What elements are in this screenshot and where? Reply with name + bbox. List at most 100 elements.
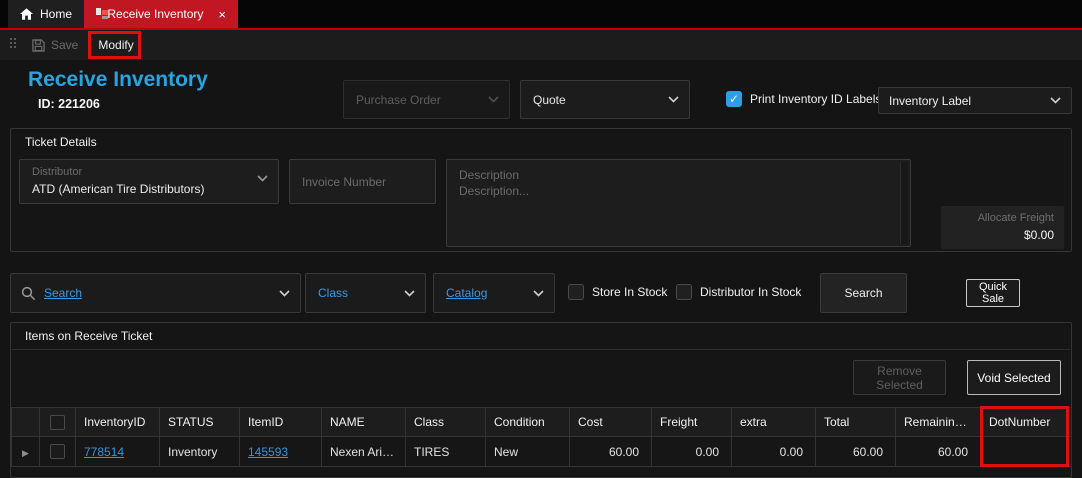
chevron-down-icon: [279, 289, 290, 297]
inventoryid-link[interactable]: 778514: [84, 445, 124, 459]
cell-class: TIRES: [405, 436, 486, 467]
tab-receive-inventory-label: Receive Inventory: [107, 7, 204, 21]
receive-inventory-icon: [96, 8, 108, 20]
quick-sale-button[interactable]: Quick Sale: [966, 279, 1020, 307]
ticket-details-title: Ticket Details: [25, 135, 97, 149]
tab-receive-inventory[interactable]: Receive Inventory ×: [84, 0, 238, 28]
items-section-title: Items on Receive Ticket: [25, 329, 153, 343]
grip-icon[interactable]: [10, 38, 22, 52]
column-header-freight[interactable]: Freight: [651, 407, 732, 437]
distributor-value: ATD (American Tire Distributors): [32, 182, 205, 196]
items-on-receive-ticket-section: Items on Receive Ticket Remove Selected …: [10, 322, 1072, 478]
page-title: Receive Inventory: [28, 68, 208, 91]
modify-button-label: Modify: [98, 38, 134, 52]
tab-home[interactable]: Home: [8, 0, 84, 28]
cell-inventoryid: 778514: [75, 436, 160, 467]
distributor-label: Distributor: [32, 166, 83, 178]
checkbox-unchecked-icon[interactable]: [568, 284, 584, 300]
inventory-label-value: Inventory Label: [889, 93, 972, 108]
column-header-status[interactable]: STATUS: [159, 407, 240, 437]
toolbar: Save Modify: [0, 30, 1082, 60]
column-header-itemid[interactable]: ItemID: [239, 407, 322, 437]
ticket-id: ID: 221206: [38, 97, 100, 111]
class-placeholder: Class: [318, 286, 349, 300]
class-dropdown[interactable]: Class: [305, 273, 426, 313]
purchase-order-dropdown[interactable]: Purchase Order: [343, 80, 510, 119]
select-all-checkbox-cell[interactable]: [39, 407, 76, 437]
cell-dotnumber[interactable]: [980, 436, 1072, 467]
distributor-in-stock-label: Distributor In Stock: [700, 285, 802, 299]
distributor-dropdown[interactable]: Distributor ATD (American Tire Distribut…: [19, 159, 279, 204]
cell-remainingb: 60.00: [895, 436, 981, 467]
row-checkbox-cell[interactable]: [39, 436, 76, 467]
checkbox-unchecked-icon[interactable]: [50, 444, 65, 460]
column-header-inventoryid[interactable]: InventoryID: [75, 407, 160, 437]
items-table: InventoryID STATUS ItemID NAME Class Con…: [11, 407, 1072, 467]
cell-extra: 0.00: [731, 436, 816, 467]
column-header-name[interactable]: NAME: [321, 407, 406, 437]
column-header-dotnumber[interactable]: DotNumber: [980, 407, 1072, 437]
chevron-down-icon: [404, 289, 415, 297]
row-expander-cell[interactable]: ▶: [11, 436, 40, 467]
search-icon: [21, 286, 36, 301]
store-in-stock-label: Store In Stock: [592, 285, 668, 299]
cell-itemid: 145593: [239, 436, 322, 467]
catalog-dropdown[interactable]: Catalog: [433, 273, 555, 313]
expand-row-icon[interactable]: ▶: [22, 448, 29, 458]
cell-total: 60.00: [815, 436, 896, 467]
cell-name: Nexen Aria ...: [321, 436, 406, 467]
search-dropdown[interactable]: Search: [10, 273, 301, 313]
cell-status: Inventory: [159, 436, 240, 467]
checkbox-unchecked-icon[interactable]: [50, 414, 65, 430]
description-scrollbar[interactable]: [900, 162, 908, 244]
invoice-number-field-wrap: [289, 159, 436, 204]
modify-button[interactable]: Modify: [88, 31, 143, 59]
table-header-row: InventoryID STATUS ItemID NAME Class Con…: [11, 407, 1072, 437]
checkbox-unchecked-icon[interactable]: [676, 284, 692, 300]
column-header-remainingb[interactable]: RemainingB...: [895, 407, 981, 437]
home-icon: [20, 8, 33, 20]
description-textarea[interactable]: Description Description...: [446, 159, 911, 247]
allocate-freight-panel: Allocate Freight $0.00: [941, 206, 1064, 249]
cell-condition: New: [485, 436, 570, 467]
distributor-in-stock-checkbox[interactable]: Distributor In Stock: [676, 284, 801, 300]
chevron-down-icon: [1050, 97, 1061, 104]
inventory-label-dropdown[interactable]: Inventory Label: [878, 87, 1072, 114]
cell-freight: 0.00: [651, 436, 732, 467]
catalog-placeholder: Catalog: [446, 286, 488, 300]
print-inventory-labels-checkbox[interactable]: ✓ Print Inventory ID Labels: [726, 91, 881, 107]
expander-column-header: [11, 407, 40, 437]
checkbox-checked-icon[interactable]: ✓: [726, 91, 742, 107]
chevron-down-icon: [488, 96, 499, 103]
void-selected-button[interactable]: Void Selected: [967, 360, 1061, 395]
save-icon: [32, 38, 45, 52]
search-button[interactable]: Search: [820, 273, 907, 313]
tab-home-label: Home: [40, 7, 73, 21]
column-header-class[interactable]: Class: [405, 407, 486, 437]
save-button[interactable]: Save: [22, 31, 88, 59]
remove-selected-button[interactable]: Remove Selected: [853, 360, 946, 395]
quote-placeholder: Quote: [533, 92, 566, 107]
quote-dropdown[interactable]: Quote: [520, 80, 690, 119]
chevron-down-icon: [533, 289, 544, 297]
save-button-label: Save: [51, 38, 79, 52]
chevron-down-icon: [668, 96, 679, 103]
store-in-stock-checkbox[interactable]: Store In Stock: [568, 284, 667, 300]
close-icon[interactable]: ×: [218, 8, 226, 21]
app-window: Home Receive Inventory × Save Modify Rec…: [0, 0, 1082, 478]
itemid-link[interactable]: 145593: [248, 445, 288, 459]
column-header-cost[interactable]: Cost: [569, 407, 652, 437]
column-header-extra[interactable]: extra: [731, 407, 816, 437]
table-row: ▶ 778514 Inventory 145593 Nexen Aria ...…: [11, 436, 1072, 467]
allocate-freight-label: Allocate Freight: [977, 212, 1054, 224]
chevron-down-icon: [257, 175, 268, 182]
search-placeholder: Search: [44, 286, 83, 300]
column-header-condition[interactable]: Condition: [485, 407, 570, 437]
allocate-freight-value: $0.00: [1023, 228, 1054, 242]
purchase-order-placeholder: Purchase Order: [356, 92, 441, 107]
ticket-details-section: Ticket Details Distributor ATD (American…: [10, 128, 1072, 252]
invoice-number-input[interactable]: [290, 160, 435, 203]
column-header-total[interactable]: Total: [815, 407, 896, 437]
cell-cost: 60.00: [569, 436, 652, 467]
description-placeholder-line2: Description...: [459, 184, 530, 198]
